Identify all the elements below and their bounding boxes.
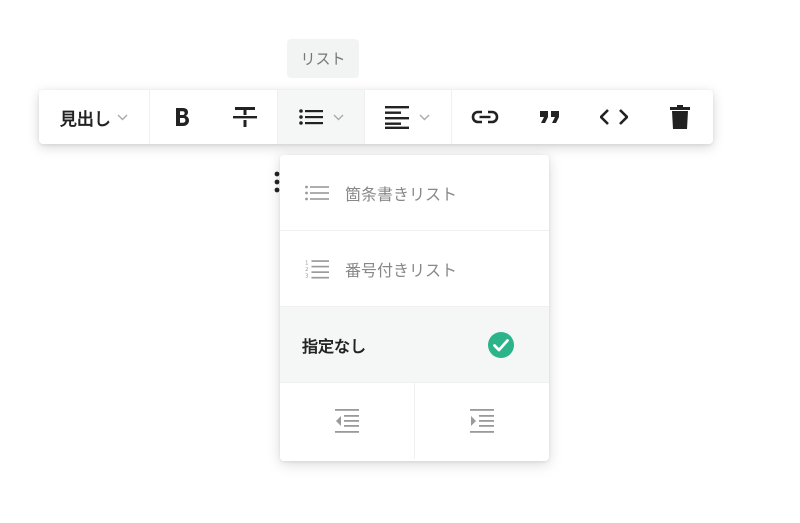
code-icon <box>600 109 629 125</box>
delete-button[interactable] <box>647 90 713 144</box>
indent-button[interactable] <box>414 383 549 459</box>
bullet-list-icon <box>305 185 329 201</box>
quote-icon <box>539 110 561 124</box>
heading-dropdown-button[interactable]: 見出し <box>39 90 149 144</box>
outdent-icon <box>334 408 360 434</box>
bullet-list-icon <box>298 109 323 125</box>
svg-text:1: 1 <box>305 260 309 266</box>
numbered-list-icon: 1 2 3 <box>305 258 329 280</box>
chevron-down-icon <box>419 114 430 121</box>
list-type-menu: 箇条書きリスト 1 2 3 番号付きリスト 指定なし <box>280 155 549 461</box>
menu-item-label: 指定なし <box>302 336 367 356</box>
list-dropdown-button[interactable] <box>277 90 365 144</box>
menu-item-numbered-list[interactable]: 1 2 3 番号付きリスト <box>280 231 549 307</box>
link-icon <box>471 110 499 124</box>
list-tooltip: リスト <box>287 39 359 78</box>
menu-item-bullet-list[interactable]: 箇条書きリスト <box>280 155 549 231</box>
chevron-down-icon <box>117 114 128 121</box>
heading-label: 見出し <box>59 109 111 130</box>
editor-stage: リスト 見出し 箇条書きリスト 1 2 3 番号付きリスト 指定なし <box>0 0 800 523</box>
strikethrough-icon <box>233 106 258 128</box>
link-button[interactable] <box>450 90 518 144</box>
tooltip-text: リスト <box>300 50 346 68</box>
strikethrough-button[interactable] <box>213 90 277 144</box>
svg-text:2: 2 <box>305 266 309 272</box>
indent-actions <box>280 383 549 459</box>
indent-icon <box>469 408 495 434</box>
bold-button[interactable] <box>148 90 214 144</box>
trash-icon <box>670 105 691 129</box>
bold-icon <box>174 107 190 127</box>
svg-text:3: 3 <box>305 273 309 279</box>
align-dropdown-button[interactable] <box>364 90 451 144</box>
outdent-button[interactable] <box>280 383 414 459</box>
menu-item-label: 番号付きリスト <box>345 260 458 280</box>
format-toolbar: 見出し <box>39 90 713 144</box>
align-left-icon <box>385 105 410 129</box>
menu-item-none[interactable]: 指定なし <box>280 307 549 383</box>
quote-button[interactable] <box>518 90 582 144</box>
menu-item-label: 箇条書きリスト <box>345 184 458 204</box>
checkmark-icon <box>487 331 515 363</box>
chevron-down-icon <box>333 114 344 121</box>
code-button[interactable] <box>581 90 647 144</box>
